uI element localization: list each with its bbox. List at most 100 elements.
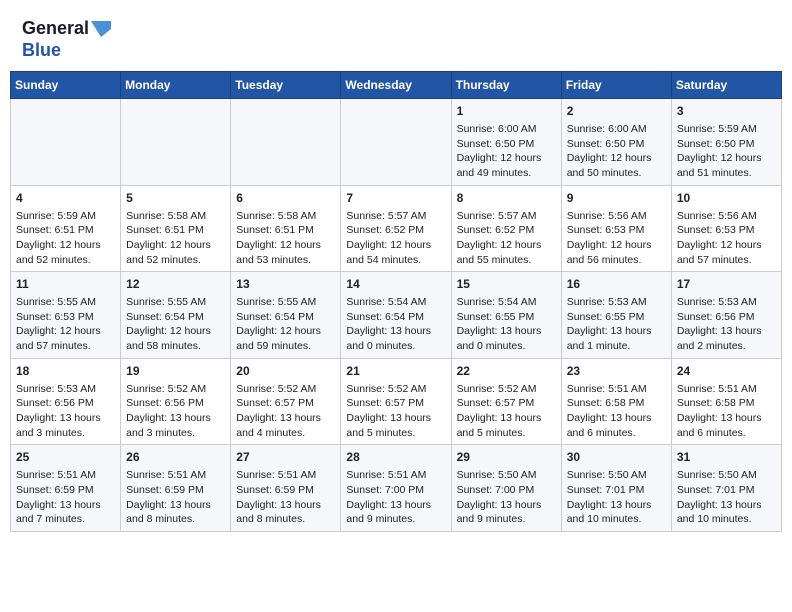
day-info: Sunrise: 5:55 AM Sunset: 6:54 PM Dayligh… bbox=[126, 295, 225, 354]
day-number: 14 bbox=[346, 276, 445, 293]
weekday-thursday: Thursday bbox=[451, 72, 561, 99]
weekday-tuesday: Tuesday bbox=[231, 72, 341, 99]
calendar-cell bbox=[11, 99, 121, 186]
day-number: 27 bbox=[236, 449, 335, 466]
calendar-cell: 14 Sunrise: 5:54 AM Sunset: 6:54 PM Dayli… bbox=[341, 272, 451, 359]
day-number: 6 bbox=[236, 190, 335, 207]
day-number: 29 bbox=[457, 449, 556, 466]
day-number: 24 bbox=[677, 363, 776, 380]
calendar-cell: 1 Sunrise: 6:00 AM Sunset: 6:50 PM Daylig… bbox=[451, 99, 561, 186]
calendar-cell: 9 Sunrise: 5:56 AM Sunset: 6:53 PM Daylig… bbox=[561, 185, 671, 272]
day-info: Sunrise: 5:50 AM Sunset: 7:01 PM Dayligh… bbox=[677, 468, 776, 527]
day-number: 19 bbox=[126, 363, 225, 380]
day-number: 12 bbox=[126, 276, 225, 293]
day-number: 31 bbox=[677, 449, 776, 466]
weekday-friday: Friday bbox=[561, 72, 671, 99]
day-info: Sunrise: 5:59 AM Sunset: 6:51 PM Dayligh… bbox=[16, 209, 115, 268]
day-number: 17 bbox=[677, 276, 776, 293]
day-info: Sunrise: 5:57 AM Sunset: 6:52 PM Dayligh… bbox=[346, 209, 445, 268]
calendar-cell: 6 Sunrise: 5:58 AM Sunset: 6:51 PM Daylig… bbox=[231, 185, 341, 272]
calendar-cell: 4 Sunrise: 5:59 AM Sunset: 6:51 PM Daylig… bbox=[11, 185, 121, 272]
calendar-cell: 5 Sunrise: 5:58 AM Sunset: 6:51 PM Daylig… bbox=[121, 185, 231, 272]
day-number: 1 bbox=[457, 103, 556, 120]
day-info: Sunrise: 5:52 AM Sunset: 6:57 PM Dayligh… bbox=[457, 382, 556, 441]
weekday-saturday: Saturday bbox=[671, 72, 781, 99]
day-number: 26 bbox=[126, 449, 225, 466]
day-info: Sunrise: 5:54 AM Sunset: 6:54 PM Dayligh… bbox=[346, 295, 445, 354]
logo: General Blue bbox=[22, 18, 111, 61]
day-number: 21 bbox=[346, 363, 445, 380]
day-number: 15 bbox=[457, 276, 556, 293]
calendar-cell bbox=[341, 99, 451, 186]
day-number: 28 bbox=[346, 449, 445, 466]
day-info: Sunrise: 5:50 AM Sunset: 7:01 PM Dayligh… bbox=[567, 468, 666, 527]
weekday-sunday: Sunday bbox=[11, 72, 121, 99]
day-number: 11 bbox=[16, 276, 115, 293]
day-number: 8 bbox=[457, 190, 556, 207]
calendar-cell: 12 Sunrise: 5:55 AM Sunset: 6:54 PM Dayli… bbox=[121, 272, 231, 359]
calendar-week-5: 25Sunrise: 5:51 AM Sunset: 6:59 PM Dayli… bbox=[11, 445, 782, 532]
calendar-cell: 7 Sunrise: 5:57 AM Sunset: 6:52 PM Daylig… bbox=[341, 185, 451, 272]
calendar-cell: 24 Sunrise: 5:51 AM Sunset: 6:58 PM Dayli… bbox=[671, 358, 781, 445]
calendar-header: SundayMondayTuesdayWednesdayThursdayFrid… bbox=[11, 72, 782, 99]
weekday-wednesday: Wednesday bbox=[341, 72, 451, 99]
calendar-cell: 23Sunrise: 5:51 AM Sunset: 6:58 PM Dayli… bbox=[561, 358, 671, 445]
day-number: 10 bbox=[677, 190, 776, 207]
calendar-cell: 3Sunrise: 5:59 AM Sunset: 6:50 PM Daylig… bbox=[671, 99, 781, 186]
day-info: Sunrise: 5:58 AM Sunset: 6:51 PM Dayligh… bbox=[236, 209, 335, 268]
day-info: Sunrise: 6:00 AM Sunset: 6:50 PM Dayligh… bbox=[457, 122, 556, 181]
calendar-cell: 16Sunrise: 5:53 AM Sunset: 6:55 PM Dayli… bbox=[561, 272, 671, 359]
calendar-week-3: 11 Sunrise: 5:55 AM Sunset: 6:53 PM Dayli… bbox=[11, 272, 782, 359]
calendar-cell: 18 Sunrise: 5:53 AM Sunset: 6:56 PM Dayli… bbox=[11, 358, 121, 445]
day-info: Sunrise: 5:56 AM Sunset: 6:53 PM Dayligh… bbox=[677, 209, 776, 268]
day-info: Sunrise: 5:51 AM Sunset: 6:59 PM Dayligh… bbox=[236, 468, 335, 527]
day-number: 7 bbox=[346, 190, 445, 207]
weekday-header-row: SundayMondayTuesdayWednesdayThursdayFrid… bbox=[11, 72, 782, 99]
day-number: 5 bbox=[126, 190, 225, 207]
calendar-cell: 25Sunrise: 5:51 AM Sunset: 6:59 PM Dayli… bbox=[11, 445, 121, 532]
calendar-week-1: 1 Sunrise: 6:00 AM Sunset: 6:50 PM Daylig… bbox=[11, 99, 782, 186]
calendar-cell: 10 Sunrise: 5:56 AM Sunset: 6:53 PM Dayli… bbox=[671, 185, 781, 272]
day-number: 4 bbox=[16, 190, 115, 207]
day-number: 2 bbox=[567, 103, 666, 120]
calendar-cell: 20 Sunrise: 5:52 AM Sunset: 6:57 PM Dayli… bbox=[231, 358, 341, 445]
day-info: Sunrise: 5:52 AM Sunset: 6:56 PM Dayligh… bbox=[126, 382, 225, 441]
day-number: 9 bbox=[567, 190, 666, 207]
calendar-cell: 31 Sunrise: 5:50 AM Sunset: 7:01 PM Dayli… bbox=[671, 445, 781, 532]
calendar-table: SundayMondayTuesdayWednesdayThursdayFrid… bbox=[10, 71, 782, 532]
day-info: Sunrise: 5:52 AM Sunset: 6:57 PM Dayligh… bbox=[346, 382, 445, 441]
day-info: Sunrise: 5:53 AM Sunset: 6:55 PM Dayligh… bbox=[567, 295, 666, 354]
calendar-week-2: 4 Sunrise: 5:59 AM Sunset: 6:51 PM Daylig… bbox=[11, 185, 782, 272]
calendar-cell: 17 Sunrise: 5:53 AM Sunset: 6:56 PM Dayli… bbox=[671, 272, 781, 359]
day-info: Sunrise: 5:57 AM Sunset: 6:52 PM Dayligh… bbox=[457, 209, 556, 268]
day-info: Sunrise: 5:50 AM Sunset: 7:00 PM Dayligh… bbox=[457, 468, 556, 527]
calendar-cell bbox=[121, 99, 231, 186]
day-info: Sunrise: 5:51 AM Sunset: 7:00 PM Dayligh… bbox=[346, 468, 445, 527]
calendar-cell bbox=[231, 99, 341, 186]
day-info: Sunrise: 5:51 AM Sunset: 6:58 PM Dayligh… bbox=[677, 382, 776, 441]
day-info: Sunrise: 5:51 AM Sunset: 6:59 PM Dayligh… bbox=[16, 468, 115, 527]
calendar-week-4: 18 Sunrise: 5:53 AM Sunset: 6:56 PM Dayli… bbox=[11, 358, 782, 445]
day-number: 30 bbox=[567, 449, 666, 466]
day-number: 22 bbox=[457, 363, 556, 380]
day-info: Sunrise: 5:56 AM Sunset: 6:53 PM Dayligh… bbox=[567, 209, 666, 268]
calendar-cell: 15 Sunrise: 5:54 AM Sunset: 6:55 PM Dayli… bbox=[451, 272, 561, 359]
day-info: Sunrise: 5:55 AM Sunset: 6:53 PM Dayligh… bbox=[16, 295, 115, 354]
calendar-cell: 8 Sunrise: 5:57 AM Sunset: 6:52 PM Daylig… bbox=[451, 185, 561, 272]
calendar-cell: 27 Sunrise: 5:51 AM Sunset: 6:59 PM Dayli… bbox=[231, 445, 341, 532]
logo-blue: Blue bbox=[22, 40, 61, 62]
calendar-cell: 21 Sunrise: 5:52 AM Sunset: 6:57 PM Dayli… bbox=[341, 358, 451, 445]
calendar-cell: 30 Sunrise: 5:50 AM Sunset: 7:01 PM Dayli… bbox=[561, 445, 671, 532]
day-info: Sunrise: 6:00 AM Sunset: 6:50 PM Dayligh… bbox=[567, 122, 666, 181]
day-info: Sunrise: 5:54 AM Sunset: 6:55 PM Dayligh… bbox=[457, 295, 556, 354]
day-number: 20 bbox=[236, 363, 335, 380]
calendar-cell: 28 Sunrise: 5:51 AM Sunset: 7:00 PM Dayli… bbox=[341, 445, 451, 532]
calendar-cell: 13Sunrise: 5:55 AM Sunset: 6:54 PM Dayli… bbox=[231, 272, 341, 359]
day-info: Sunrise: 5:58 AM Sunset: 6:51 PM Dayligh… bbox=[126, 209, 225, 268]
day-info: Sunrise: 5:53 AM Sunset: 6:56 PM Dayligh… bbox=[677, 295, 776, 354]
logo-arrow-icon bbox=[91, 21, 111, 37]
day-number: 18 bbox=[16, 363, 115, 380]
day-number: 23 bbox=[567, 363, 666, 380]
day-info: Sunrise: 5:53 AM Sunset: 6:56 PM Dayligh… bbox=[16, 382, 115, 441]
day-info: Sunrise: 5:52 AM Sunset: 6:57 PM Dayligh… bbox=[236, 382, 335, 441]
